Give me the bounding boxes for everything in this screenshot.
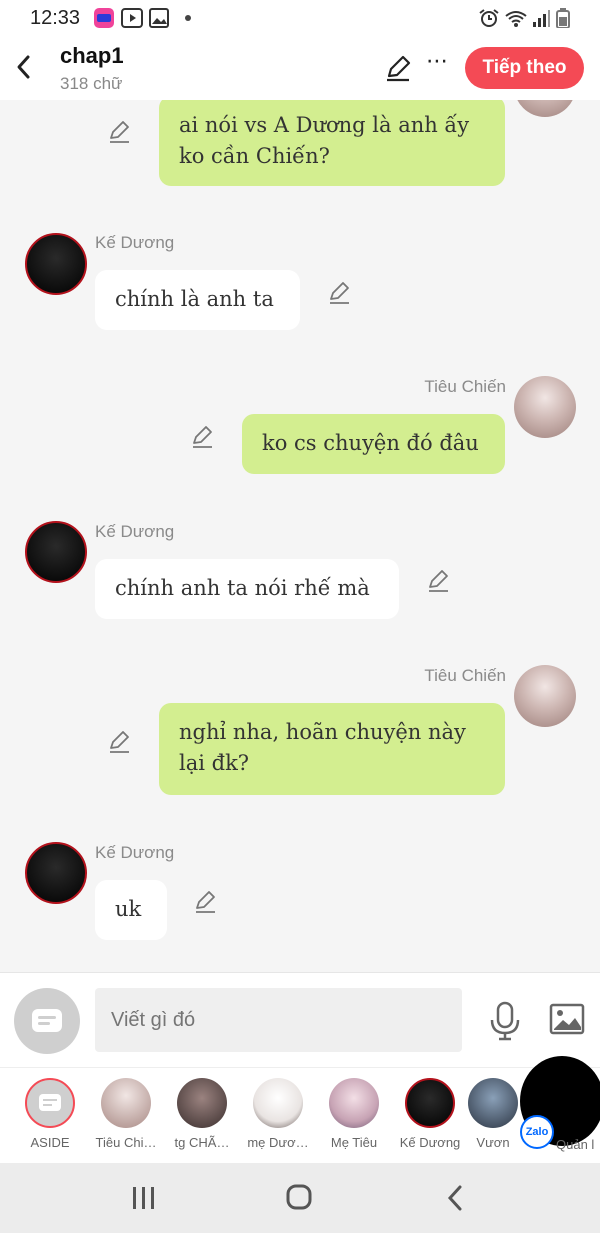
character-tg-chau[interactable]: tg CHÃ…: [164, 1078, 240, 1150]
avatar-ke-duong[interactable]: [25, 842, 87, 904]
message-bubble[interactable]: uk: [95, 880, 167, 940]
avatar-ke-duong[interactable]: [25, 521, 87, 583]
message-bubble[interactable]: chính anh ta nói rhế mà: [95, 559, 399, 619]
character-label: Tiêu Chi…: [95, 1135, 157, 1150]
gallery-icon: [149, 8, 169, 28]
image-icon[interactable]: [549, 1003, 585, 1035]
character-label: Vươn: [476, 1135, 510, 1150]
lazada-icon: [94, 8, 114, 28]
message-text-line: nghỉ nha, hoãn chuyện này: [179, 720, 466, 744]
message-text-line: ai nói vs A Dương là anh ấy: [179, 113, 470, 137]
composer: [0, 972, 600, 1067]
sender-name: Kế Dương: [95, 233, 175, 252]
character-vuong[interactable]: Vươn: [468, 1078, 518, 1150]
signal-icon: [533, 10, 550, 27]
home-icon[interactable]: [279, 1183, 319, 1213]
character-tieu-chien[interactable]: Tiêu Chi…: [88, 1078, 164, 1150]
message-bubble[interactable]: chính là anh ta: [95, 270, 300, 330]
back-nav-icon[interactable]: [436, 1183, 476, 1213]
message-bubble[interactable]: ko cs chuyện đó đâu: [242, 414, 505, 474]
avatar: [329, 1078, 379, 1128]
sender-name: Kế Dương: [95, 522, 175, 541]
back-icon[interactable]: [12, 52, 36, 82]
character-label: Mẹ Tiêu: [330, 1135, 378, 1150]
avatar-tieu-chien[interactable]: [514, 376, 576, 438]
character-aside[interactable]: ASIDE: [12, 1078, 88, 1150]
page-title: chap1: [60, 43, 124, 68]
chat-bubble-icon: [32, 1009, 62, 1032]
message-bubble[interactable]: ai nói vs A Dương là anh ấy ko cần Chiến…: [159, 100, 505, 186]
recent-apps-icon[interactable]: [123, 1183, 163, 1213]
character-label: Quản l: [556, 1137, 595, 1152]
message-text-line: chính là anh ta: [115, 287, 274, 311]
edit-icon[interactable]: [384, 54, 412, 82]
character-me-duong[interactable]: mẹ Dươ…: [240, 1078, 316, 1150]
sender-name: Tiêu Chiến: [424, 666, 506, 685]
edit-message-icon[interactable]: [108, 120, 132, 144]
character-label: tg CHÃ…: [174, 1135, 230, 1150]
message-text-line: ko cs chuyện đó đâu: [262, 431, 479, 455]
avatar: [101, 1078, 151, 1128]
edit-message-icon[interactable]: [427, 569, 451, 593]
character-me-tieu[interactable]: Mẹ Tiêu: [316, 1078, 392, 1150]
avatar: [253, 1078, 303, 1128]
avatar-ke-duong[interactable]: [25, 233, 87, 295]
message-text-line: lại đk?: [179, 751, 250, 775]
aside-avatar: [25, 1078, 75, 1128]
edit-message-icon[interactable]: [191, 425, 215, 449]
alarm-icon: [479, 9, 499, 27]
youtube-icon: [121, 8, 143, 28]
more-options-icon[interactable]: ⋯: [424, 50, 450, 80]
message-text-line: chính anh ta nói rhế mà: [115, 576, 370, 600]
message-text-line: ko cần Chiến?: [179, 144, 330, 168]
message-input[interactable]: [95, 988, 462, 1052]
microphone-icon[interactable]: [488, 1001, 522, 1041]
battery-icon: [556, 8, 570, 28]
sender-name: Kế Dương: [95, 843, 175, 862]
app-header: chap1 318 chữ ⋯ Tiếp theo: [0, 36, 600, 100]
avatar: [177, 1078, 227, 1128]
chat-bubble-icon: [39, 1094, 61, 1111]
edit-message-icon[interactable]: [108, 730, 132, 754]
word-count: 318 chữ: [60, 74, 123, 93]
sender-name: Tiêu Chiến: [424, 377, 506, 396]
status-time: 12:33: [30, 7, 81, 29]
character-label: ASIDE: [30, 1135, 70, 1150]
status-bar: 12:33: [0, 0, 600, 36]
avatar: [405, 1078, 455, 1128]
wifi-icon: [505, 11, 527, 27]
character-bar: ASIDE Tiêu Chi… tg CHÃ… mẹ Dươ… Mẹ Tiêu …: [0, 1067, 600, 1163]
character-label: Kế Dương: [399, 1135, 461, 1150]
edit-message-icon[interactable]: [328, 281, 352, 305]
zalo-badge[interactable]: Zalo: [520, 1115, 554, 1149]
aside-toggle-button[interactable]: [14, 988, 80, 1054]
character-ke-duong[interactable]: Kế Dương: [392, 1078, 468, 1150]
avatar-tieu-chien[interactable]: [514, 665, 576, 727]
system-nav-bar: [0, 1163, 600, 1233]
chat-area[interactable]: ai nói vs A Dương là anh ấy ko cần Chiến…: [0, 100, 600, 972]
message-bubble[interactable]: nghỉ nha, hoãn chuyện này lại đk?: [159, 703, 505, 795]
next-button[interactable]: Tiếp theo: [465, 47, 584, 89]
character-label: mẹ Dươ…: [247, 1135, 309, 1150]
edit-message-icon[interactable]: [194, 890, 218, 914]
avatar: [468, 1078, 518, 1128]
avatar-tieu-chien[interactable]: [514, 100, 576, 117]
message-text-line: uk: [115, 897, 142, 921]
dot-icon: [185, 15, 191, 21]
